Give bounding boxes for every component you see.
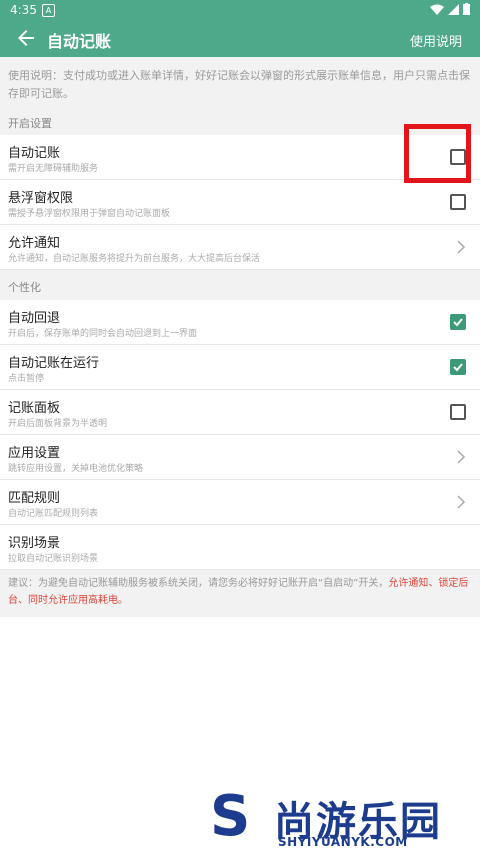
- setting-label: 匹配规则: [8, 491, 61, 506]
- watermark-url: SHYIYUANYK.COM: [278, 835, 408, 849]
- setting-sublabel: 开启后，保存账单的同时会自动回退到上一界面: [8, 329, 198, 339]
- section-header-startup: 开启设置: [8, 117, 52, 130]
- tip-text: 建议：为避免自动记账辅助服务被系统关闭，请您务必将好好记账开启“自启动”开关，: [8, 578, 389, 589]
- setting-label: 允许通知: [8, 236, 61, 251]
- setting-row-app-settings[interactable]: 应用设置 跳转应用设置，关掉电池优化策略: [0, 435, 480, 480]
- setting-sublabel: 允许通知，自动记账服务将提升为前台服务，大大提高后台保活: [8, 254, 261, 264]
- setting-row-floating-window[interactable]: 悬浮窗权限 需授予悬浮窗权限用于弹窗自动记账面板: [0, 180, 480, 225]
- setting-row-match-rules[interactable]: 匹配规则 自动记账匹配规则列表: [0, 480, 480, 525]
- watermark-logo: S 尚游乐园 SHYIYUANYK.COM: [200, 785, 480, 853]
- back-arrow-icon[interactable]: [14, 26, 38, 50]
- system-icons: [430, 3, 470, 15]
- setting-label: 识别场景: [8, 536, 61, 551]
- setting-label: 记账面板: [8, 401, 61, 416]
- section-header-personal: 个性化: [8, 281, 41, 294]
- setting-sublabel: 点击暂停: [8, 374, 45, 384]
- logo-icon: S: [210, 784, 251, 849]
- setting-row-scenes[interactable]: 识别场景 拉取自动记账识别场景: [0, 525, 480, 570]
- app-badge-icon: A: [42, 4, 55, 17]
- status-bar: 4:35 A: [0, 0, 480, 20]
- setting-row-panel[interactable]: 记账面板 开启后面板背景为半透明: [0, 390, 480, 435]
- running-checkbox[interactable]: [450, 359, 466, 375]
- checkmark-icon: [453, 318, 463, 327]
- setting-sublabel: 需开启无障碍辅助服务: [8, 164, 99, 174]
- status-time: 4:35: [10, 3, 37, 17]
- chevron-right-icon: [457, 240, 466, 254]
- setting-sublabel: 开启后面板背景为半透明: [8, 419, 108, 429]
- checkmark-icon: [453, 363, 463, 372]
- setting-row-auto-back[interactable]: 自动回退 开启后，保存账单的同时会自动回退到上一界面: [0, 300, 480, 345]
- setting-label: 自动回退: [8, 311, 61, 326]
- battery-icon: [463, 3, 470, 15]
- setting-sublabel: 拉取自动记账识别场景: [8, 554, 99, 564]
- usage-description: 使用说明：支付成功或进入账单详情，好好记账会以弹窗的形式展示账单信息，用户只需点…: [8, 69, 470, 100]
- suggestion-tip: 建议：为避免自动记账辅助服务被系统关闭，请您务必将好好记账开启“自启动”开关，允…: [8, 575, 474, 609]
- page-title: 自动记账: [47, 32, 112, 51]
- setting-row-running[interactable]: 自动记账在运行 点击暂停: [0, 345, 480, 390]
- auto-back-checkbox[interactable]: [450, 314, 466, 330]
- signal-icon: [448, 3, 459, 15]
- panel-checkbox[interactable]: [450, 404, 466, 420]
- setting-label: 自动记账在运行: [8, 356, 100, 371]
- setting-sublabel: 自动记账匹配规则列表: [8, 509, 99, 519]
- setting-label: 自动记账: [8, 146, 61, 161]
- chevron-right-icon: [457, 450, 466, 464]
- setting-sublabel: 需授予悬浮窗权限用于弹窗自动记账面板: [8, 209, 171, 219]
- highlight-box: [404, 124, 471, 183]
- setting-sublabel: 跳转应用设置，关掉电池优化策略: [8, 464, 144, 474]
- wifi-icon: [430, 4, 444, 15]
- app-bar: 自动记账 使用说明: [0, 20, 480, 57]
- setting-label: 应用设置: [8, 446, 61, 461]
- help-button[interactable]: 使用说明: [410, 31, 462, 50]
- chevron-right-icon: [457, 495, 466, 509]
- floating-window-checkbox[interactable]: [450, 194, 466, 210]
- setting-label: 悬浮窗权限: [8, 191, 74, 206]
- setting-row-allow-notification[interactable]: 允许通知 允许通知，自动记账服务将提升为前台服务，大大提高后台保活: [0, 225, 480, 270]
